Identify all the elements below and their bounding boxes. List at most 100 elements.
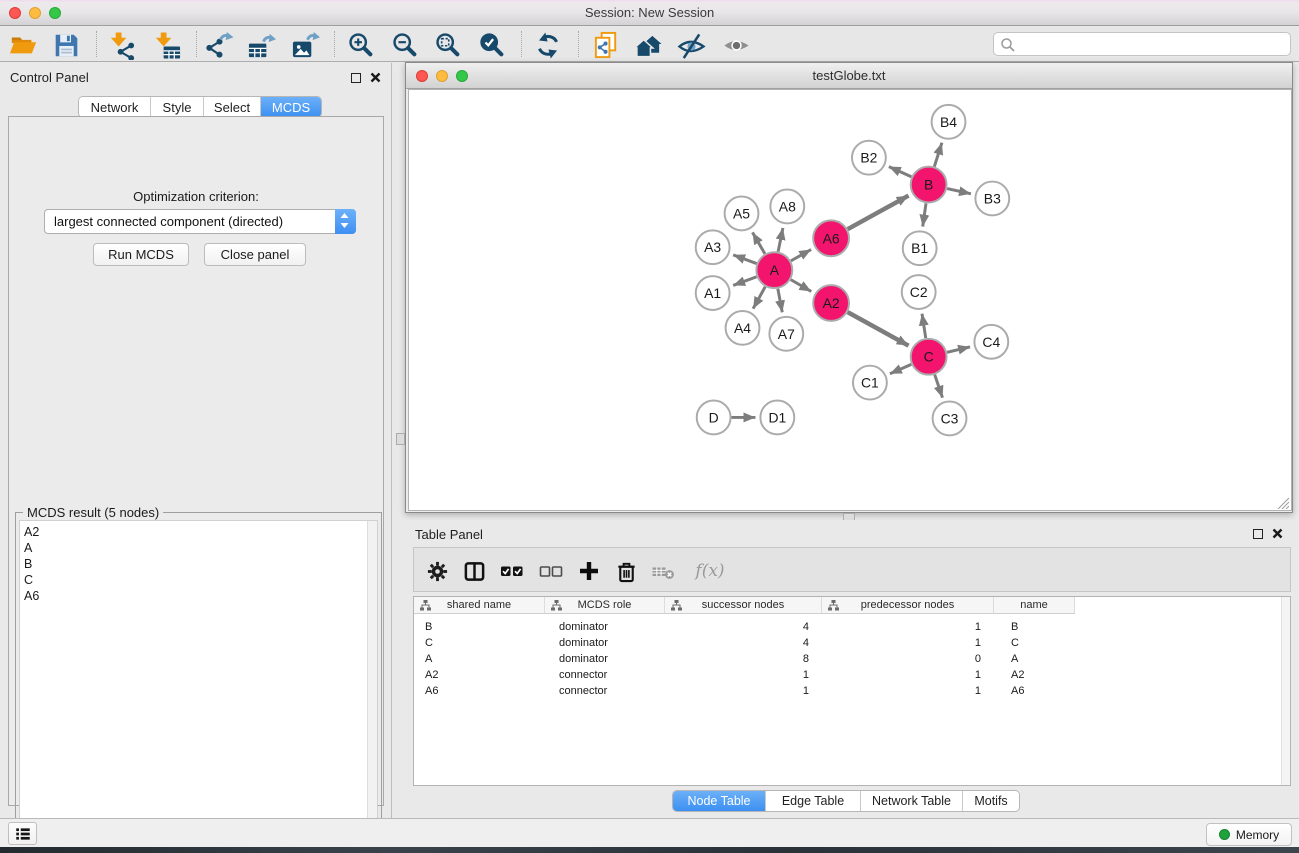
graph-node-label-A4: A4 [734,320,751,336]
show-networks-home-button[interactable] [632,29,664,61]
resize-grip-icon[interactable] [1275,495,1289,509]
deselect-all-button[interactable] [537,557,565,585]
tab-mcds[interactable]: MCDS [261,97,321,117]
close-panel-icon[interactable] [370,72,381,83]
export-network-button[interactable] [203,29,235,61]
delete-table-button[interactable] [649,557,677,585]
graph-edge-C-C3[interactable] [935,375,943,398]
tab-node-table[interactable]: Node Table [673,791,766,811]
column-header-shared-name[interactable]: shared name [414,597,545,614]
list-item[interactable]: A [20,540,377,556]
mcds-result-groupbox: MCDS result (5 nodes) A2 A B C A6 [15,512,382,849]
function-builder-button[interactable]: f(x) [690,557,730,585]
optimization-criterion-select[interactable]: largest connected component (directed) [44,209,356,234]
tab-motifs[interactable]: Motifs [963,791,1019,811]
refresh-layout-button[interactable] [532,29,564,61]
graph-edge-A-A5[interactable] [752,232,764,253]
table-row[interactable]: B dominator 4 1 B [414,619,1290,635]
new-network-from-selection-button[interactable] [590,29,622,61]
mcds-result-list[interactable]: A2 A B C A6 [19,520,378,845]
graph-edge-B-B3[interactable] [947,189,971,194]
graph-node-label-C3: C3 [941,410,959,426]
gear-icon [426,560,449,583]
show-task-history-button[interactable] [8,822,37,845]
graph-node-label-A: A [770,262,780,278]
attribute-icon [828,600,839,611]
optimization-criterion-label: Optimization criterion: [9,189,383,204]
toggle-columns-button[interactable] [460,557,488,585]
select-all-button[interactable] [498,557,526,585]
zoom-out-button[interactable] [389,29,421,61]
graph-edge-A-A2[interactable] [791,280,812,292]
float-panel-icon[interactable] [351,73,361,83]
list-item[interactable]: A2 [20,524,377,540]
zoom-fit-button[interactable] [432,29,464,61]
close-panel-icon[interactable] [1272,528,1283,539]
graph-edge-C-C1[interactable] [890,364,911,373]
table-row[interactable]: A2 connector 1 1 A2 [414,667,1290,683]
main-toolbar [0,27,1299,62]
dropdown-stepper-icon [335,209,356,234]
control-panel: Control Panel Network Style Select MCDS … [0,63,392,818]
graph-edge-A2-C[interactable] [848,312,909,346]
open-session-button[interactable] [7,29,39,61]
tab-select[interactable]: Select [204,97,261,117]
list-item[interactable]: B [20,556,377,572]
graph-edge-A-A6[interactable] [791,249,811,260]
import-table-button[interactable] [151,29,183,61]
graph-node-label-C4: C4 [982,334,1000,350]
zoom-selected-button[interactable] [476,29,508,61]
graph-edge-C-C2[interactable] [922,314,926,338]
graph-edge-A-A1[interactable] [733,277,756,286]
tab-network-table[interactable]: Network Table [861,791,963,811]
hide-selected-button[interactable] [675,29,707,61]
table-scrollbar[interactable] [1281,597,1290,785]
table-row[interactable]: C dominator 4 1 C [414,635,1290,651]
memory-button[interactable]: Memory [1206,823,1292,846]
table-row[interactable]: A6 connector 1 1 A6 [414,683,1290,699]
delete-column-button[interactable] [612,557,640,585]
run-mcds-button[interactable]: Run MCDS [93,243,189,266]
network-window-titlebar[interactable]: testGlobe.txt [406,63,1292,89]
graph-edge-B-B2[interactable] [889,167,912,177]
zoom-out-icon [391,31,419,59]
list-item[interactable]: A6 [20,588,377,604]
add-column-button[interactable] [575,557,603,585]
table-row[interactable]: A dominator 8 0 A [414,651,1290,667]
network-canvas[interactable]: AA1A2A3A4A5A6A7A8BB1B2B3B4CC1C2C3C4DD1 [408,89,1292,511]
column-header-name[interactable]: name [994,597,1075,614]
graph-edge-B-B4[interactable] [934,143,942,167]
save-session-button[interactable] [50,29,82,61]
zoom-in-button[interactable] [345,29,377,61]
list-scrollbar[interactable] [367,521,377,844]
column-header-mcds-role[interactable]: MCDS role [545,597,665,614]
graph-edge-A-A7[interactable] [778,289,782,313]
table-settings-button[interactable] [423,557,451,585]
float-panel-icon[interactable] [1253,529,1263,539]
close-panel-button[interactable]: Close panel [204,243,306,266]
list-item[interactable]: C [20,572,377,588]
split-divider-handle[interactable] [396,433,405,445]
graph-edge-A-A3[interactable] [733,255,756,264]
tab-network[interactable]: Network [79,97,151,117]
graph-node-label-A1: A1 [704,285,721,301]
desktop-background [0,847,1299,853]
attribute-icon [420,600,431,611]
graph-edge-A6-B[interactable] [848,196,909,230]
graph-edge-B-B1[interactable] [923,203,926,226]
graph-edge-C-C4[interactable] [947,347,970,352]
column-header-predecessor-nodes[interactable]: predecessor nodes [822,597,994,614]
column-header-successor-nodes[interactable]: successor nodes [665,597,822,614]
graph-edge-A-A4[interactable] [753,287,765,309]
graph-node-label-C2: C2 [910,284,928,300]
graph-edge-A-A8[interactable] [778,228,783,252]
import-network-button[interactable] [106,29,138,61]
export-image-button[interactable] [289,29,321,61]
eye-slash-icon [677,31,706,60]
table-panel: Table Panel [405,520,1299,818]
export-table-button[interactable] [245,29,277,61]
tab-style[interactable]: Style [151,97,204,117]
show-all-button[interactable] [720,29,752,61]
tab-edge-table[interactable]: Edge Table [766,791,861,811]
search-input[interactable] [1018,34,1286,54]
